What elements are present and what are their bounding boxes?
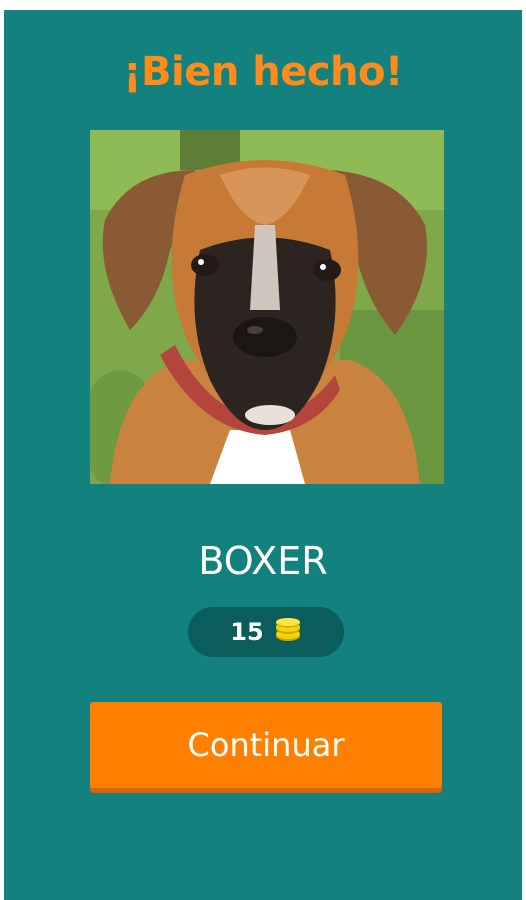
dog-photo xyxy=(90,130,444,484)
result-screen: ¡Bien hecho! BOXER 15 Continuar xyxy=(4,10,522,900)
coin-stack-icon xyxy=(274,618,302,646)
continue-button[interactable]: Continuar xyxy=(90,702,442,788)
coins-count: 15 xyxy=(230,618,264,646)
coins-reward: 15 xyxy=(188,607,344,657)
breed-answer: BOXER xyxy=(198,539,328,583)
success-title: ¡Bien hecho! xyxy=(123,49,403,95)
